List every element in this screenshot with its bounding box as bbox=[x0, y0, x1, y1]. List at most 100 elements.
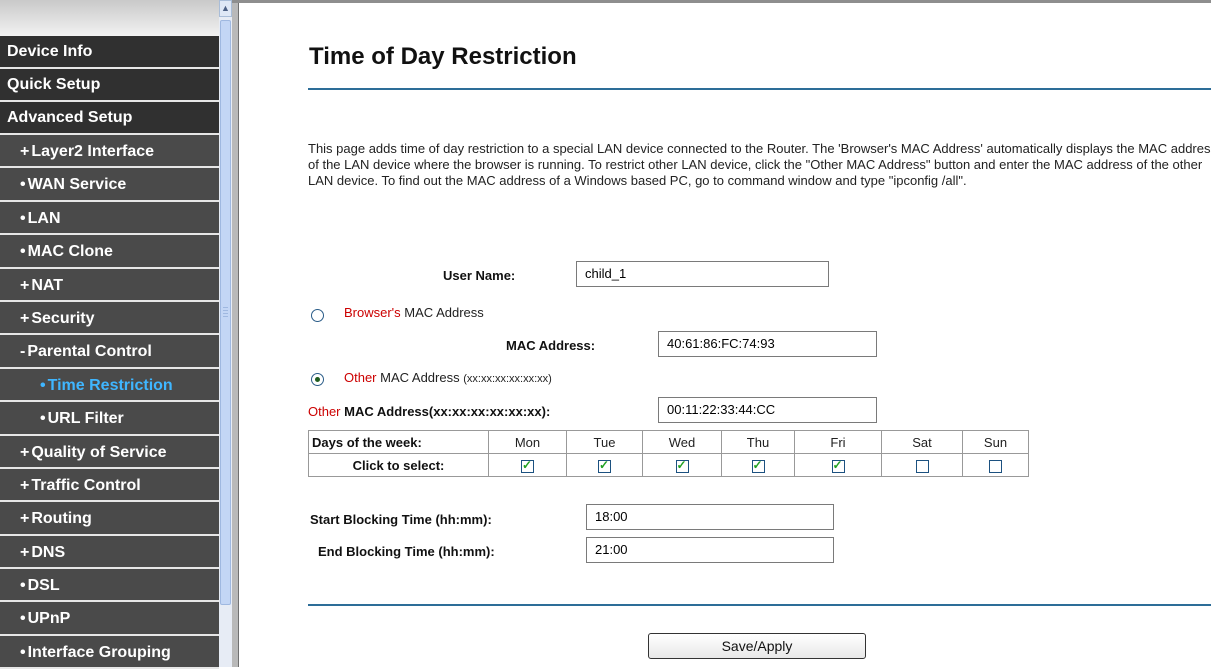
other-mac-option-label: Other MAC Address (xx:xx:xx:xx:xx:xx) bbox=[344, 370, 552, 385]
bullet-icon: • bbox=[40, 376, 46, 394]
sidebar-item-parental-control[interactable]: - Parental Control bbox=[0, 335, 219, 369]
day-header-mon: Mon bbox=[488, 430, 567, 454]
sidebar-item-url-filter[interactable]: • URL Filter bbox=[0, 402, 219, 436]
bullet-icon: • bbox=[20, 209, 26, 227]
day-cell-sun bbox=[962, 453, 1029, 477]
day-header-sun: Sun bbox=[962, 430, 1029, 454]
day-checkbox-sun[interactable] bbox=[989, 459, 1002, 473]
sidebar-item-label: Layer2 Interface bbox=[31, 143, 155, 160]
sidebar-item-label: DSL bbox=[27, 577, 60, 595]
sidebar-item-label: Advanced Setup bbox=[7, 109, 133, 126]
sidebar-menu: Device Info Quick Setup Advanced Setup + Lay… bbox=[0, 36, 219, 669]
sidebar-item-nat[interactable]: + NAT bbox=[0, 268, 219, 302]
other-mac-field-text: MAC Address(xx:xx:xx:xx:xx:xx): bbox=[340, 404, 551, 419]
day-cell-tue bbox=[566, 453, 643, 477]
expand-icon: + bbox=[20, 476, 30, 494]
sidebar-item-quality-of-service[interactable]: + Quality of Service bbox=[0, 435, 219, 469]
day-checkbox-tue[interactable] bbox=[598, 458, 611, 473]
sidebar-item-advanced-setup[interactable]: Advanced Setup bbox=[0, 102, 219, 135]
sidebar-item-mac-clone[interactable]: • MAC Clone bbox=[0, 235, 219, 269]
other-mac-radio[interactable] bbox=[311, 373, 324, 386]
day-header-thu: Thu bbox=[721, 430, 795, 454]
frame-divider[interactable] bbox=[232, 3, 239, 667]
day-header-tue: Tue bbox=[566, 430, 643, 454]
sidebar-item-device-info[interactable]: Device Info bbox=[0, 36, 219, 69]
day-checkbox-mon[interactable] bbox=[521, 458, 534, 473]
expand-icon: + bbox=[20, 276, 30, 294]
sidebar-item-security[interactable]: + Security bbox=[0, 301, 219, 336]
other-mac-option-red: Other bbox=[344, 370, 377, 385]
end-time-label: End Blocking Time (hh:mm): bbox=[318, 544, 495, 559]
bullet-icon: • bbox=[20, 577, 26, 595]
browser-mac-radio[interactable] bbox=[311, 309, 324, 322]
sidebar-item-label: Device Info bbox=[7, 43, 93, 60]
day-checkbox-sat[interactable] bbox=[915, 459, 929, 473]
day-header-wed: Wed bbox=[642, 430, 722, 454]
bullet-icon: • bbox=[20, 243, 26, 261]
day-checkbox-fri[interactable] bbox=[831, 458, 845, 473]
sidebar-item-upnp[interactable]: • UPnP bbox=[0, 602, 219, 636]
day-checkbox-thu[interactable] bbox=[751, 458, 765, 473]
user-name-input[interactable]: child_1 bbox=[576, 261, 829, 287]
days-checkbox-row: Click to select: bbox=[308, 453, 1029, 477]
sidebar-item-label: DNS bbox=[31, 543, 66, 561]
sidebar-item-label: LAN bbox=[27, 209, 61, 227]
days-header-row: Days of the week: Mon Tue Wed Thu Fri Sat Sun bbox=[308, 430, 1029, 454]
sidebar-item-quick-setup[interactable]: Quick Setup bbox=[0, 69, 219, 102]
day-cell-fri bbox=[794, 453, 882, 477]
sidebar-item-label: MAC Clone bbox=[27, 243, 113, 261]
sidebar-item-time-restriction[interactable]: • Time Restriction bbox=[0, 368, 219, 403]
expand-icon: + bbox=[20, 143, 30, 160]
footer-divider bbox=[308, 604, 1211, 606]
sidebar-item-routing[interactable]: + Routing bbox=[0, 502, 219, 536]
sidebar-item-label: Traffic Control bbox=[31, 476, 141, 494]
other-mac-format-hint: (xx:xx:xx:xx:xx:xx) bbox=[463, 373, 552, 385]
bullet-icon: • bbox=[40, 410, 46, 428]
day-header-sat: Sat bbox=[881, 430, 963, 454]
sidebar-item-dns[interactable]: + DNS bbox=[0, 535, 219, 570]
day-cell-sat bbox=[881, 453, 963, 477]
expand-icon: + bbox=[20, 309, 30, 327]
main-content: Time of Day Restriction This page adds t… bbox=[240, 3, 1211, 667]
browser-mac-option-text: MAC Address bbox=[400, 305, 484, 320]
days-label: Days of the week: bbox=[308, 430, 489, 454]
sidebar-item-dsl[interactable]: • DSL bbox=[0, 569, 219, 603]
day-checkbox-wed[interactable] bbox=[675, 458, 689, 473]
sidebar-item-lan[interactable]: • LAN bbox=[0, 201, 219, 236]
sidebar: Device Info Quick Setup Advanced Setup + Lay… bbox=[0, 0, 232, 669]
sidebar-item-layer2-interface[interactable]: + Layer2 Interface bbox=[0, 135, 219, 169]
expand-icon: + bbox=[20, 510, 30, 528]
sidebar-item-label: Routing bbox=[31, 510, 92, 528]
sidebar-item-label: Interface Grouping bbox=[27, 643, 171, 661]
other-mac-option-text: MAC Address bbox=[376, 370, 464, 385]
mac-address-input[interactable]: 40:61:86:FC:74:93 bbox=[658, 331, 877, 357]
page-title: Time of Day Restriction bbox=[309, 43, 577, 70]
sidebar-item-label: WAN Service bbox=[27, 176, 127, 194]
day-cell-wed bbox=[642, 453, 722, 477]
browser-mac-option-red: Browser's bbox=[344, 305, 401, 320]
other-mac-input[interactable]: 00:11:22:33:44:CC bbox=[658, 397, 877, 423]
start-time-input[interactable]: 18:00 bbox=[586, 504, 834, 530]
user-name-label: User Name: bbox=[443, 268, 516, 283]
browser-mac-option-label: Browser's MAC Address bbox=[344, 305, 484, 320]
sidebar-item-label: Time Restriction bbox=[47, 376, 173, 394]
scroll-up-arrow-icon[interactable]: ▲ bbox=[219, 0, 232, 17]
sidebar-header bbox=[0, 0, 219, 36]
sidebar-item-traffic-control[interactable]: + Traffic Control bbox=[0, 468, 219, 503]
expand-icon: + bbox=[20, 543, 30, 561]
end-time-input[interactable]: 21:00 bbox=[586, 537, 834, 563]
start-time-label: Start Blocking Time (hh:mm): bbox=[310, 512, 492, 527]
bullet-icon: • bbox=[20, 643, 26, 661]
days-table: Days of the week: Mon Tue Wed Thu Fri Sat Sun … bbox=[308, 430, 1029, 477]
click-to-select-label: Click to select: bbox=[308, 453, 489, 477]
sidebar-item-interface-grouping[interactable]: • Interface Grouping bbox=[0, 635, 219, 669]
other-mac-field-red: Other bbox=[308, 404, 341, 419]
collapse-icon: - bbox=[20, 343, 26, 361]
sidebar-item-wan-service[interactable]: • WAN Service bbox=[0, 168, 219, 202]
day-cell-thu bbox=[721, 453, 795, 477]
save-apply-button[interactable]: Save/Apply bbox=[648, 633, 866, 659]
day-cell-mon bbox=[488, 453, 567, 477]
bullet-icon: • bbox=[20, 610, 26, 628]
page-description: This page adds time of day restriction t… bbox=[308, 141, 1211, 188]
mac-address-label: MAC Address: bbox=[506, 338, 596, 353]
